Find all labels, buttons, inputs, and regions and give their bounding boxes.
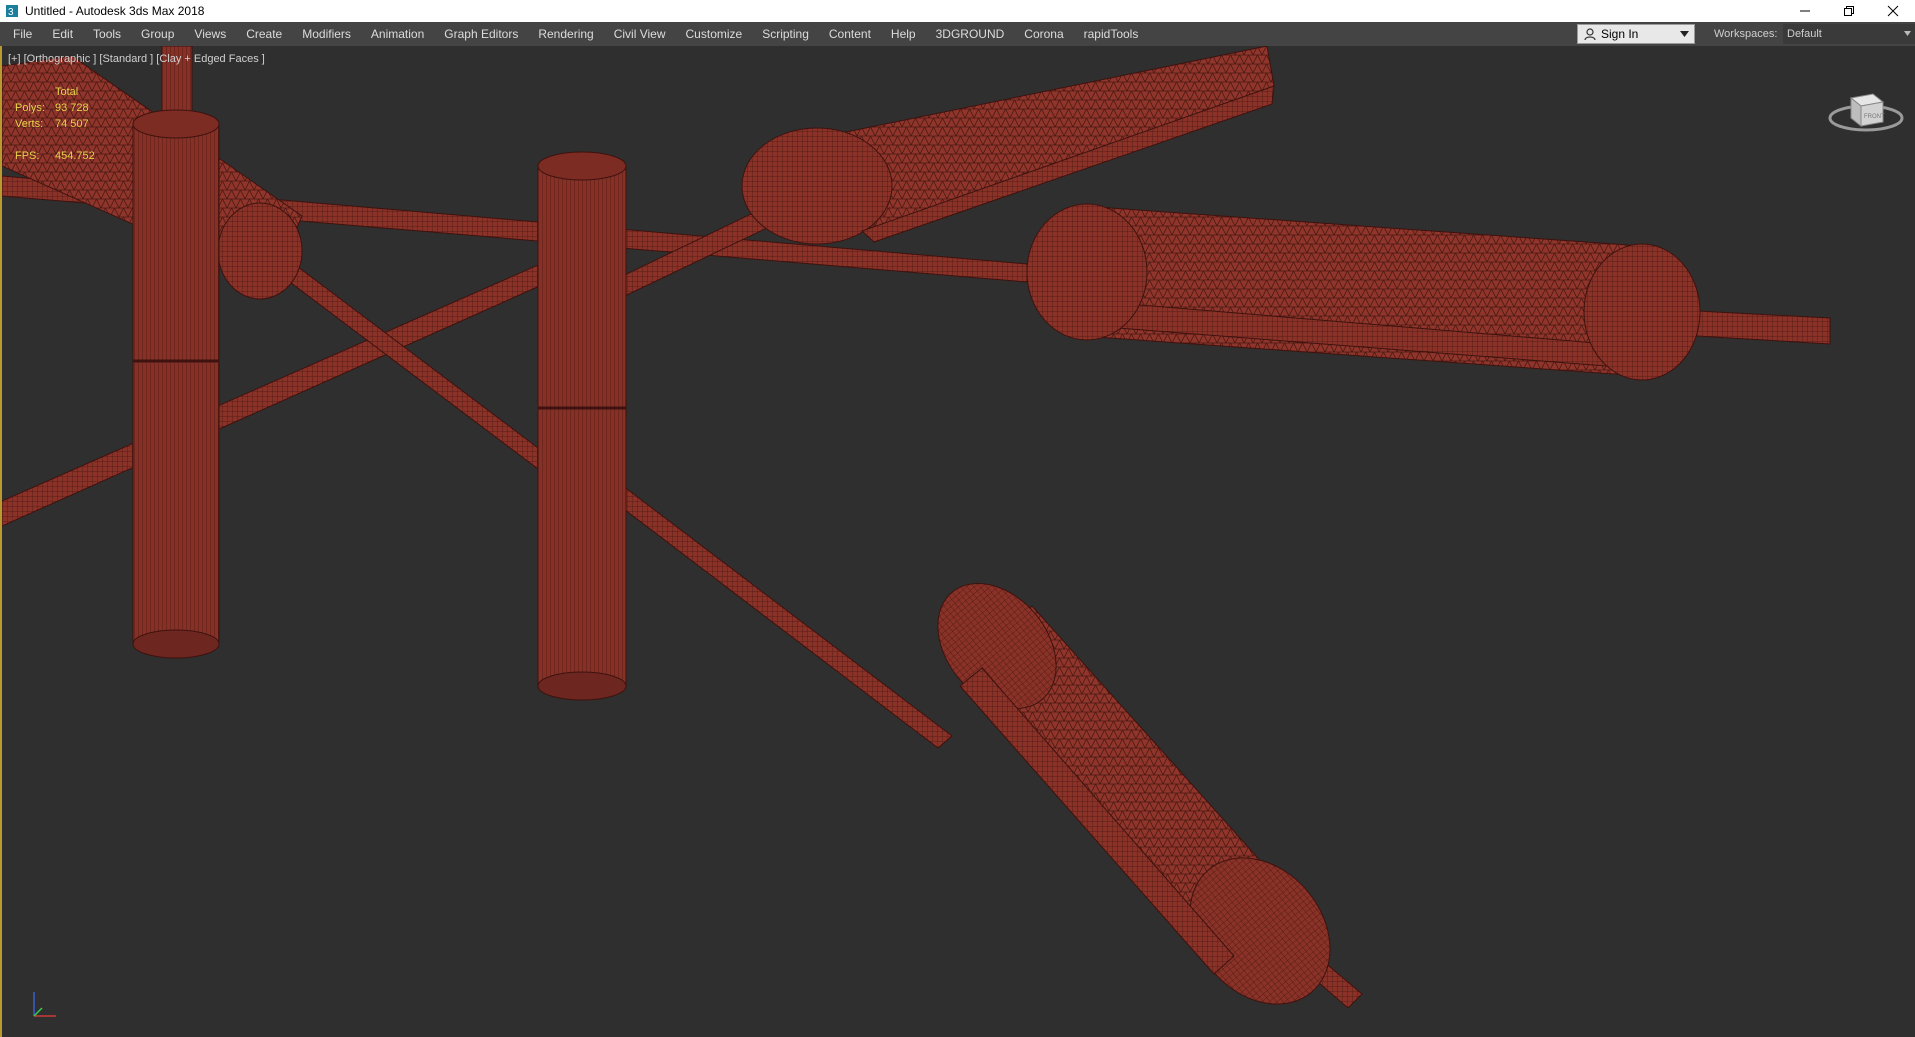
workspaces-dropdown[interactable]: Default — [1783, 24, 1915, 44]
workspace-value: Default — [1787, 28, 1822, 40]
menu-scripting[interactable]: Scripting — [752, 22, 819, 46]
svg-text:3: 3 — [8, 7, 14, 18]
menu-views[interactable]: Views — [184, 22, 236, 46]
post-left — [132, 109, 220, 659]
scene-geometry — [2, 46, 1831, 1009]
menu-content[interactable]: Content — [819, 22, 881, 46]
sign-in-label: Sign In — [1601, 27, 1639, 41]
stats-fps-value: 454.752 — [55, 150, 95, 162]
menu-3dground[interactable]: 3DGROUND — [926, 22, 1015, 46]
sign-in-dropdown[interactable]: Sign In — [1577, 24, 1695, 44]
perspective-viewport[interactable]: [+] [Orthographic ] [Standard ] [Clay + … — [0, 46, 1915, 1037]
capsule-right — [1026, 203, 1701, 381]
menu-customize[interactable]: Customize — [676, 22, 753, 46]
window-title: Untitled - Autodesk 3ds Max 2018 — [25, 4, 205, 18]
user-icon — [1584, 27, 1596, 40]
chevron-down-icon — [1904, 31, 1911, 36]
stats-polys-value: 93 728 — [55, 102, 89, 114]
workspaces-label: Workspaces: — [1714, 28, 1778, 40]
menu-graph-editors[interactable]: Graph Editors — [434, 22, 528, 46]
capsule-bottom — [937, 582, 1331, 1005]
menu-rapidtools[interactable]: rapidTools — [1074, 22, 1149, 46]
statistics-overlay: Total Polys: 93 728 Verts: 74 507 FPS: 454.… — [15, 84, 115, 164]
viewcube-face-label: FRONT — [1864, 114, 1885, 120]
menu-animation[interactable]: Animation — [361, 22, 434, 46]
restore-icon — [1844, 6, 1854, 16]
chevron-down-icon — [1680, 31, 1689, 37]
viewport-label[interactable]: [+] [Orthographic ] [Standard ] [Clay + … — [8, 53, 265, 65]
stats-fps-label: FPS: — [15, 150, 40, 162]
menu-modifiers[interactable]: Modifiers — [292, 22, 361, 46]
app-icon[interactable]: 3 — [5, 4, 19, 18]
menu-group[interactable]: Group — [131, 22, 184, 46]
menu-rendering[interactable]: Rendering — [528, 22, 603, 46]
menu-help[interactable]: Help — [881, 22, 926, 46]
restore-button[interactable] — [1827, 0, 1871, 22]
viewcube-icon[interactable]: FRONT — [1827, 80, 1905, 140]
post-middle — [537, 151, 627, 701]
rod-right-end — [1696, 310, 1831, 345]
minimize-button[interactable] — [1783, 0, 1827, 22]
menu-tools[interactable]: Tools — [83, 22, 131, 46]
menu-create[interactable]: Create — [236, 22, 292, 46]
rod-left-diagonal — [2, 257, 563, 527]
stats-polys-label: Polys: — [15, 102, 45, 114]
menu-bar: File Edit Tools Group Views Create Modif… — [0, 22, 1915, 46]
stats-verts-value: 74 507 — [55, 118, 89, 130]
menu-file[interactable]: File — [0, 22, 42, 46]
title-bar: 3 Untitled - Autodesk 3ds Max 2018 — [0, 0, 1915, 22]
close-icon — [1887, 5, 1899, 17]
menu-corona[interactable]: Corona — [1014, 22, 1073, 46]
axis-tripod-icon — [33, 992, 56, 1017]
minimize-icon — [1800, 10, 1810, 12]
stats-total-label: Total — [55, 86, 79, 98]
menu-civil-view[interactable]: Civil View — [604, 22, 676, 46]
menu-edit[interactable]: Edit — [42, 22, 83, 46]
close-button[interactable] — [1871, 0, 1915, 22]
stats-verts-label: Verts: — [15, 118, 44, 130]
rod-front-long — [586, 469, 953, 749]
